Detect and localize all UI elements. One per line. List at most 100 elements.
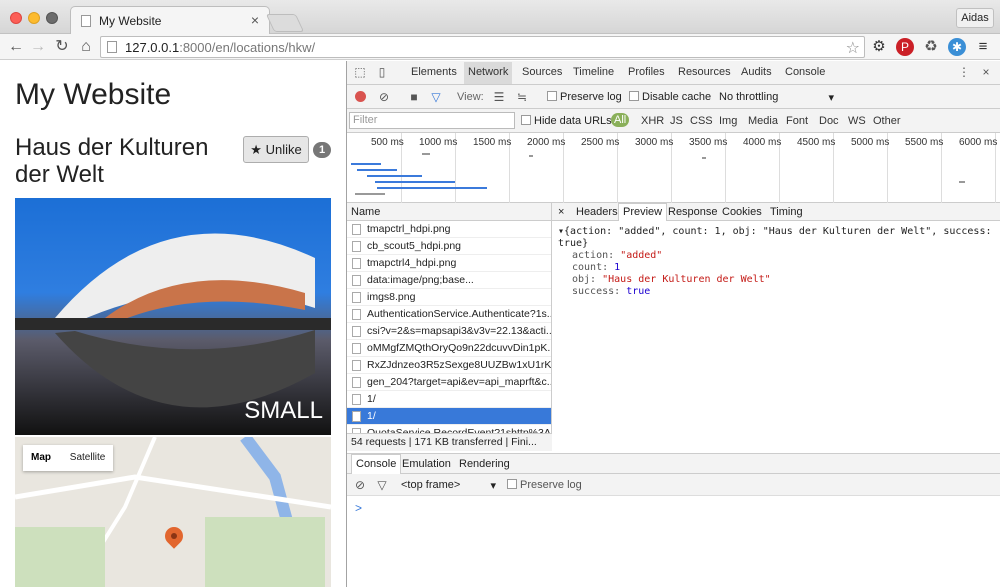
request-row[interactable]: AuthenticationService.Authenticate?1s... — [347, 306, 551, 323]
tab-audits[interactable]: Audits — [741, 66, 772, 78]
throttling-select[interactable]: No throttling ▾ — [719, 91, 834, 104]
filter-img[interactable]: Img — [719, 115, 737, 127]
menu-icon[interactable]: ≡ — [974, 38, 992, 56]
request-row[interactable]: gen_204?target=api&ev=api_maprft&c... — [347, 374, 551, 391]
map-type-toggle: Map Satellite — [23, 445, 114, 471]
filter-ws[interactable]: WS — [848, 115, 866, 127]
file-icon — [352, 360, 361, 371]
request-row[interactable]: 1/ — [347, 391, 551, 408]
filter-input[interactable]: Filter — [349, 112, 515, 129]
filter-other[interactable]: Other — [873, 115, 901, 127]
map-type-map[interactable]: Map — [23, 445, 59, 471]
filter-css[interactable]: CSS — [690, 115, 713, 127]
filter-doc[interactable]: Doc — [819, 115, 839, 127]
request-row[interactable]: imgs8.png — [347, 289, 551, 306]
request-row[interactable]: data:image/png;base... — [347, 272, 551, 289]
tab-console[interactable]: Console — [785, 66, 825, 78]
console-prompt[interactable]: > — [355, 501, 362, 515]
overview-icon[interactable]: ≒ — [515, 90, 529, 104]
tick: 4500 ms — [797, 137, 836, 148]
request-row[interactable]: tmapctrl_hdpi.png — [347, 221, 551, 238]
clear-icon[interactable]: ⊘ — [377, 90, 391, 104]
tick: 6000 ms — [959, 137, 998, 148]
map-type-satellite[interactable]: Satellite — [62, 445, 114, 471]
tab-network[interactable]: Network — [464, 62, 513, 84]
close-tab-icon[interactable]: × — [251, 12, 259, 28]
back-icon[interactable]: ← — [6, 37, 26, 57]
filter-xhr[interactable]: XHR — [641, 115, 664, 127]
inspect-icon[interactable]: ⬚ — [353, 65, 367, 79]
page-info-icon[interactable] — [107, 41, 117, 53]
address-bar[interactable]: 127.0.0.1:8000/en/locations/hkw/ ☆ — [100, 36, 865, 58]
tab-profiles[interactable]: Profiles — [628, 66, 665, 78]
disable-cache-checkbox[interactable]: Disable cache — [629, 91, 711, 103]
preserve-log-checkbox[interactable]: Preserve log — [547, 91, 622, 103]
console-filter-icon[interactable]: ▽ — [375, 478, 389, 492]
unlike-label: Unlike — [265, 142, 302, 157]
tab-headers[interactable]: Headers — [576, 206, 618, 218]
capture-screenshots-icon[interactable]: ■ — [407, 90, 421, 104]
tab-timing[interactable]: Timing — [770, 206, 803, 218]
close-devtools-icon[interactable]: × — [979, 65, 993, 79]
reload-icon[interactable]: ↻ — [52, 37, 72, 57]
request-row[interactable]: RxZJdnzeo3R5zSexge8UUZBw1xU1rKp... — [347, 357, 551, 374]
request-name: tmapctrl_hdpi.png — [367, 223, 451, 235]
drawer-tabbar: Console Emulation Rendering — [347, 453, 1000, 474]
location-map[interactable]: Map Satellite — [15, 437, 331, 587]
file-icon — [352, 258, 361, 269]
drawer-tab-emulation[interactable]: Emulation — [402, 458, 451, 470]
request-name: imgs8.png — [367, 291, 416, 303]
network-overview[interactable]: 500 ms 1000 ms 1500 ms 2000 ms 2500 ms 3… — [347, 133, 1000, 203]
file-icon — [352, 377, 361, 388]
filter-font[interactable]: Font — [786, 115, 808, 127]
bookmark-star-icon[interactable]: ☆ — [846, 38, 860, 58]
request-name: gen_204?target=api&ev=api_maprft&c... — [367, 376, 551, 388]
forward-icon[interactable]: → — [28, 37, 48, 57]
record-icon[interactable] — [355, 91, 366, 102]
large-rows-icon[interactable]: ☰ — [492, 90, 506, 104]
drawer-tab-rendering[interactable]: Rendering — [459, 458, 510, 470]
device-mode-icon[interactable]: ▯ — [375, 65, 389, 79]
browser-tab[interactable]: My Website × — [70, 6, 270, 34]
hide-data-urls-checkbox[interactable]: Hide data URLs — [521, 115, 612, 127]
page-icon — [81, 15, 91, 27]
zoom-window-button[interactable] — [46, 12, 58, 24]
pinterest-icon[interactable]: P — [896, 38, 914, 56]
filter-media[interactable]: Media — [748, 115, 778, 127]
filter-icon[interactable]: ▽ — [429, 90, 443, 104]
tab-elements[interactable]: Elements — [411, 66, 457, 78]
snowflake-icon[interactable]: ✱ — [948, 38, 966, 56]
request-row[interactable]: 1/ — [347, 408, 551, 425]
tab-preview[interactable]: Preview — [618, 203, 668, 221]
tab-resources[interactable]: Resources — [678, 66, 731, 78]
drawer-tab-console[interactable]: Console — [351, 454, 402, 474]
console-preserve-log-checkbox[interactable]: Preserve log — [507, 479, 582, 491]
tick: 1500 ms — [473, 137, 512, 148]
tab-response[interactable]: Response — [668, 206, 718, 218]
json-summary[interactable]: ▾{action: "added", count: 1, obj: "Haus … — [558, 226, 1000, 250]
name-column-header[interactable]: Name — [347, 203, 551, 221]
recycle-icon[interactable]: ♻ — [922, 38, 940, 56]
home-icon[interactable]: ⌂ — [76, 37, 96, 57]
tab-cookies[interactable]: Cookies — [722, 206, 762, 218]
tab-sources[interactable]: Sources — [522, 66, 562, 78]
request-row[interactable]: csi?v=2&s=mapsapi3&v3v=22.13&acti... — [347, 323, 551, 340]
request-row[interactable]: tmapctrl4_hdpi.png — [347, 255, 551, 272]
request-row[interactable]: cb_scout5_hdpi.png — [347, 238, 551, 255]
close-window-button[interactable] — [10, 12, 22, 24]
frame-select[interactable]: <top frame> ▾ — [401, 479, 496, 492]
more-options-icon[interactable]: ⋮ — [957, 65, 971, 79]
filter-js[interactable]: JS — [670, 115, 683, 127]
unlike-button[interactable]: ★ Unlike — [243, 136, 309, 163]
filter-all[interactable]: All — [611, 113, 630, 127]
close-detail-icon[interactable]: × — [558, 206, 564, 218]
tab-timeline[interactable]: Timeline — [573, 66, 614, 78]
settings-gear-icon[interactable]: ⚙ — [870, 38, 888, 56]
request-row[interactable]: oMMgfZMQthOryQo9n22dcuvvDin1pK... — [347, 340, 551, 357]
request-rows: tmapctrl_hdpi.png cb_scout5_hdpi.png tmapc… — [347, 221, 551, 442]
new-tab-button[interactable] — [265, 14, 305, 32]
minimize-window-button[interactable] — [28, 12, 40, 24]
clear-console-icon[interactable]: ⊘ — [353, 478, 367, 492]
file-icon — [352, 275, 361, 286]
profile-button[interactable]: Aidas — [956, 8, 994, 28]
